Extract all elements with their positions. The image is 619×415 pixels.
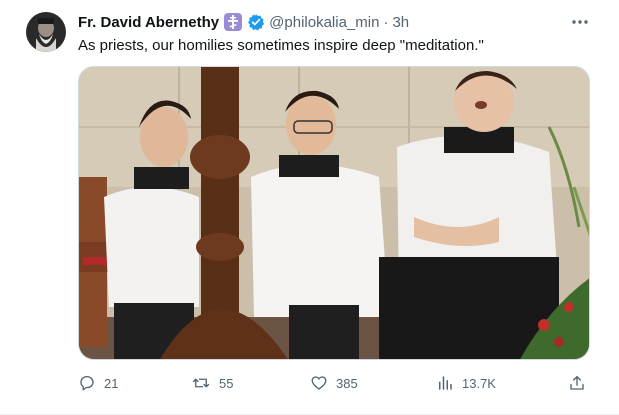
views-icon (436, 374, 454, 392)
reply-count: 21 (104, 375, 119, 391)
author-name[interactable]: Fr. David Abernethy (78, 14, 219, 31)
orthodox-cross-icon (224, 13, 243, 31)
repost-button[interactable]: 55 (191, 370, 233, 396)
author-handle[interactable]: @philokalia_min (269, 14, 379, 31)
like-count: 385 (336, 375, 358, 391)
like-button[interactable]: 385 (310, 370, 358, 396)
reply-button[interactable]: 21 (78, 370, 118, 396)
post-actions: 21 55 385 13.7K (72, 370, 594, 396)
separator-dot: · (383, 13, 389, 31)
post-timestamp[interactable]: 3h (392, 14, 409, 31)
reply-icon (78, 374, 96, 392)
repost-icon (191, 374, 211, 392)
views-button[interactable]: 13.7K (436, 370, 496, 396)
views-count: 13.7K (462, 375, 496, 391)
post-header: Fr. David Abernethy @philokalia_min · 3h (78, 12, 409, 32)
repost-count: 55 (219, 375, 234, 391)
author-avatar[interactable] (26, 12, 66, 52)
post-card[interactable]: Fr. David Abernethy @philokalia_min · 3h (0, 0, 619, 415)
post-image[interactable] (78, 66, 590, 360)
verified-badge-icon[interactable] (247, 13, 265, 31)
more-icon[interactable] (568, 12, 592, 32)
heart-icon (310, 374, 328, 392)
post-text: As priests, our homilies sometimes inspi… (78, 37, 484, 54)
share-icon (568, 374, 586, 392)
share-button[interactable] (568, 370, 586, 396)
